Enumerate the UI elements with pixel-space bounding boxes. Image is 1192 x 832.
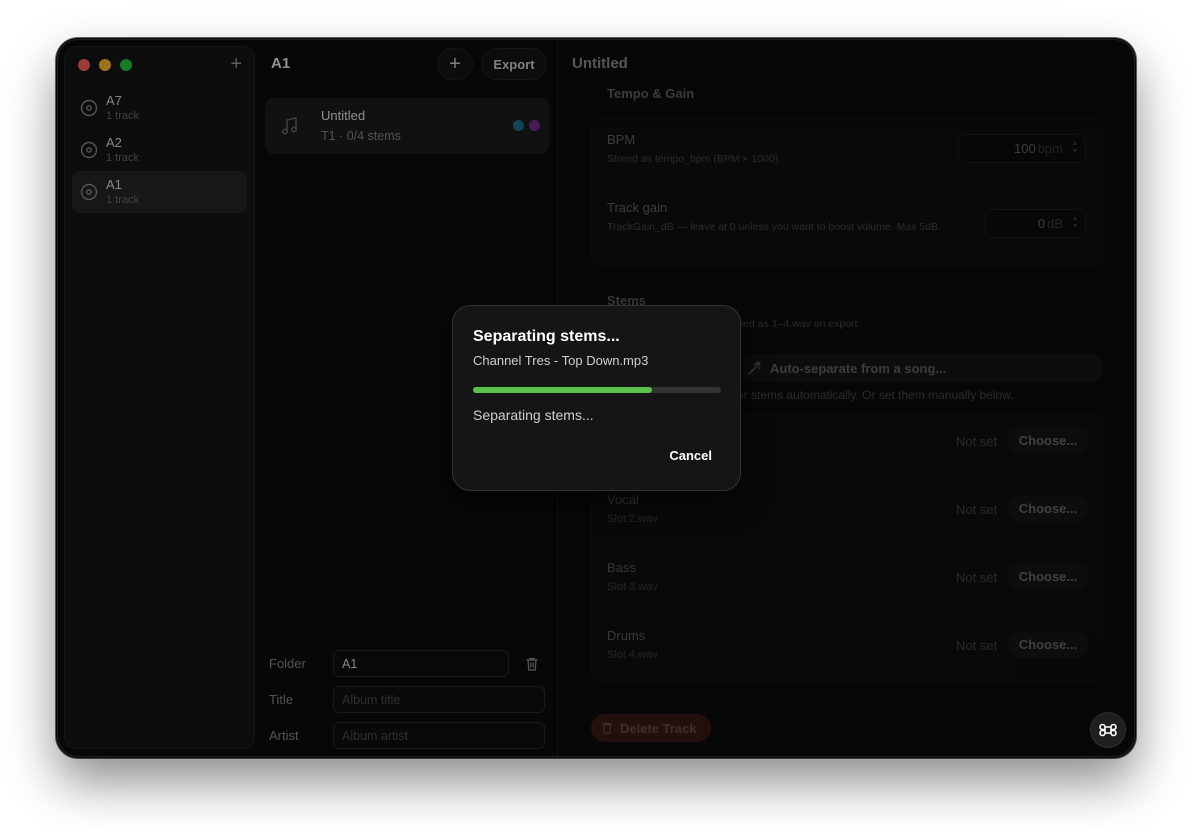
separation-progress-dialog: Separating stems... Channel Tres - Top D… — [452, 305, 741, 491]
dialog-title: Separating stems... — [473, 328, 620, 345]
cancel-button[interactable]: Cancel — [669, 448, 712, 463]
command-glyph-icon — [1099, 723, 1117, 737]
progress-bar — [473, 387, 721, 393]
dialog-status: Separating stems... — [473, 407, 594, 423]
progress-fill — [473, 387, 652, 393]
command-icon[interactable] — [1090, 712, 1126, 748]
dialog-filename: Channel Tres - Top Down.mp3 — [473, 353, 649, 368]
app-window: + A7 1 track A2 1 track A1 1 track A1 + … — [56, 38, 1136, 758]
